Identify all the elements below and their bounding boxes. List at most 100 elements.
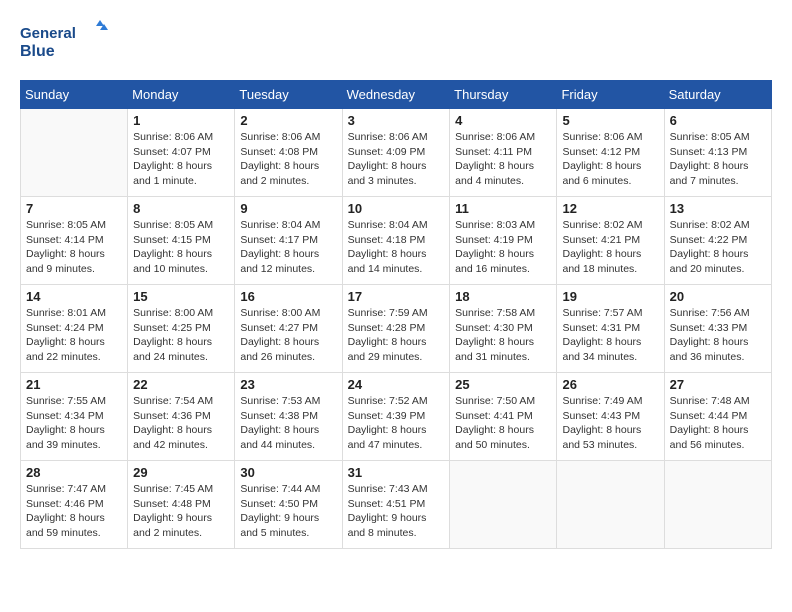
calendar-header-row: SundayMondayTuesdayWednesdayThursdayFrid… — [21, 81, 772, 109]
calendar-day-cell: 22 Sunrise: 7:54 AMSunset: 4:36 PMDayligh… — [128, 373, 235, 461]
day-number: 31 — [348, 465, 445, 480]
calendar-day-cell: 8 Sunrise: 8:05 AMSunset: 4:15 PMDaylight… — [128, 197, 235, 285]
day-info: Sunrise: 7:49 AMSunset: 4:43 PMDaylight:… — [562, 394, 658, 453]
day-info: Sunrise: 7:43 AMSunset: 4:51 PMDaylight:… — [348, 482, 445, 541]
svg-text:Blue: Blue — [20, 43, 55, 60]
day-number: 15 — [133, 289, 229, 304]
calendar-day-cell: 13 Sunrise: 8:02 AMSunset: 4:22 PMDayligh… — [664, 197, 771, 285]
day-of-week-header: Sunday — [21, 81, 128, 109]
calendar-day-cell — [664, 461, 771, 549]
day-info: Sunrise: 8:06 AMSunset: 4:09 PMDaylight:… — [348, 130, 445, 189]
calendar-week-row: 21 Sunrise: 7:55 AMSunset: 4:34 PMDayligh… — [21, 373, 772, 461]
day-of-week-header: Thursday — [450, 81, 557, 109]
day-info: Sunrise: 7:57 AMSunset: 4:31 PMDaylight:… — [562, 306, 658, 365]
day-number: 18 — [455, 289, 551, 304]
calendar-day-cell: 27Sunrise: 7:48 AMSunset: 4:44 PMDayligh… — [664, 373, 771, 461]
day-number: 1 — [133, 113, 229, 128]
calendar-day-cell: 18 Sunrise: 7:58 AMSunset: 4:30 PMDayligh… — [450, 285, 557, 373]
day-info: Sunrise: 8:04 AMSunset: 4:18 PMDaylight:… — [348, 218, 445, 277]
day-info: Sunrise: 7:55 AMSunset: 4:34 PMDaylight:… — [26, 394, 122, 453]
day-number: 28 — [26, 465, 122, 480]
calendar-day-cell: 10 Sunrise: 8:04 AMSunset: 4:18 PMDayligh… — [342, 197, 450, 285]
calendar-day-cell: 2 Sunrise: 8:06 AMSunset: 4:08 PMDaylight… — [235, 109, 342, 197]
day-info: Sunrise: 7:53 AMSunset: 4:38 PMDaylight:… — [240, 394, 336, 453]
calendar-day-cell: 30 Sunrise: 7:44 AMSunset: 4:50 PMDayligh… — [235, 461, 342, 549]
day-number: 21 — [26, 377, 122, 392]
day-number: 10 — [348, 201, 445, 216]
day-info: Sunrise: 8:00 AMSunset: 4:25 PMDaylight:… — [133, 306, 229, 365]
day-number: 24 — [348, 377, 445, 392]
calendar-day-cell: 3 Sunrise: 8:06 AMSunset: 4:09 PMDaylight… — [342, 109, 450, 197]
day-number: 13 — [670, 201, 766, 216]
day-number: 12 — [562, 201, 658, 216]
calendar-day-cell: 7 Sunrise: 8:05 AMSunset: 4:14 PMDaylight… — [21, 197, 128, 285]
day-number: 11 — [455, 201, 551, 216]
calendar-day-cell: 29 Sunrise: 7:45 AMSunset: 4:48 PMDayligh… — [128, 461, 235, 549]
day-info: Sunrise: 7:59 AMSunset: 4:28 PMDaylight:… — [348, 306, 445, 365]
day-number: 6 — [670, 113, 766, 128]
calendar-day-cell: 9Sunrise: 8:04 AMSunset: 4:17 PMDaylight… — [235, 197, 342, 285]
calendar-day-cell: 28 Sunrise: 7:47 AMSunset: 4:46 PMDayligh… — [21, 461, 128, 549]
day-of-week-header: Saturday — [664, 81, 771, 109]
calendar-day-cell: 1 Sunrise: 8:06 AMSunset: 4:07 PMDaylight… — [128, 109, 235, 197]
day-number: 5 — [562, 113, 658, 128]
calendar-day-cell: 5 Sunrise: 8:06 AMSunset: 4:12 PMDaylight… — [557, 109, 664, 197]
calendar-day-cell — [21, 109, 128, 197]
calendar-day-cell: 15 Sunrise: 8:00 AMSunset: 4:25 PMDayligh… — [128, 285, 235, 373]
calendar-day-cell: 31 Sunrise: 7:43 AMSunset: 4:51 PMDayligh… — [342, 461, 450, 549]
day-number: 9 — [240, 201, 336, 216]
day-info: Sunrise: 8:05 AMSunset: 4:14 PMDaylight:… — [26, 218, 122, 277]
day-number: 20 — [670, 289, 766, 304]
day-number: 4 — [455, 113, 551, 128]
day-number: 23 — [240, 377, 336, 392]
day-info: Sunrise: 7:44 AMSunset: 4:50 PMDaylight:… — [240, 482, 336, 541]
day-info: Sunrise: 7:56 AMSunset: 4:33 PMDaylight:… — [670, 306, 766, 365]
day-info: Sunrise: 8:06 AMSunset: 4:07 PMDaylight:… — [133, 130, 229, 189]
day-of-week-header: Monday — [128, 81, 235, 109]
calendar-day-cell: 25Sunrise: 7:50 AMSunset: 4:41 PMDayligh… — [450, 373, 557, 461]
logo-svg: General Blue — [20, 20, 110, 64]
day-number: 22 — [133, 377, 229, 392]
calendar-day-cell: 11 Sunrise: 8:03 AMSunset: 4:19 PMDayligh… — [450, 197, 557, 285]
day-info: Sunrise: 8:03 AMSunset: 4:19 PMDaylight:… — [455, 218, 551, 277]
day-number: 29 — [133, 465, 229, 480]
calendar-day-cell: 6 Sunrise: 8:05 AMSunset: 4:13 PMDaylight… — [664, 109, 771, 197]
day-number: 14 — [26, 289, 122, 304]
day-number: 16 — [240, 289, 336, 304]
calendar-day-cell: 26 Sunrise: 7:49 AMSunset: 4:43 PMDayligh… — [557, 373, 664, 461]
day-info: Sunrise: 7:47 AMSunset: 4:46 PMDaylight:… — [26, 482, 122, 541]
day-number: 7 — [26, 201, 122, 216]
day-info: Sunrise: 8:02 AMSunset: 4:21 PMDaylight:… — [562, 218, 658, 277]
calendar-day-cell: 21 Sunrise: 7:55 AMSunset: 4:34 PMDayligh… — [21, 373, 128, 461]
day-info: Sunrise: 8:06 AMSunset: 4:08 PMDaylight:… — [240, 130, 336, 189]
day-number: 8 — [133, 201, 229, 216]
day-info: Sunrise: 8:06 AMSunset: 4:11 PMDaylight:… — [455, 130, 551, 189]
day-info: Sunrise: 7:48 AMSunset: 4:44 PMDaylight:… — [670, 394, 766, 453]
calendar-day-cell: 20 Sunrise: 7:56 AMSunset: 4:33 PMDayligh… — [664, 285, 771, 373]
calendar-day-cell: 4 Sunrise: 8:06 AMSunset: 4:11 PMDaylight… — [450, 109, 557, 197]
day-info: Sunrise: 8:02 AMSunset: 4:22 PMDaylight:… — [670, 218, 766, 277]
day-info: Sunrise: 8:05 AMSunset: 4:13 PMDaylight:… — [670, 130, 766, 189]
calendar-day-cell: 14 Sunrise: 8:01 AMSunset: 4:24 PMDayligh… — [21, 285, 128, 373]
day-info: Sunrise: 7:58 AMSunset: 4:30 PMDaylight:… — [455, 306, 551, 365]
day-number: 26 — [562, 377, 658, 392]
calendar-day-cell: 16Sunrise: 8:00 AMSunset: 4:27 PMDayligh… — [235, 285, 342, 373]
day-info: Sunrise: 8:05 AMSunset: 4:15 PMDaylight:… — [133, 218, 229, 277]
day-info: Sunrise: 7:54 AMSunset: 4:36 PMDaylight:… — [133, 394, 229, 453]
calendar-day-cell — [450, 461, 557, 549]
calendar-week-row: 1 Sunrise: 8:06 AMSunset: 4:07 PMDaylight… — [21, 109, 772, 197]
calendar-week-row: 7 Sunrise: 8:05 AMSunset: 4:14 PMDaylight… — [21, 197, 772, 285]
calendar-week-row: 14 Sunrise: 8:01 AMSunset: 4:24 PMDayligh… — [21, 285, 772, 373]
day-number: 17 — [348, 289, 445, 304]
calendar-week-row: 28 Sunrise: 7:47 AMSunset: 4:46 PMDayligh… — [21, 461, 772, 549]
day-of-week-header: Friday — [557, 81, 664, 109]
calendar-day-cell: 19Sunrise: 7:57 AMSunset: 4:31 PMDayligh… — [557, 285, 664, 373]
day-info: Sunrise: 7:45 AMSunset: 4:48 PMDaylight:… — [133, 482, 229, 541]
day-number: 2 — [240, 113, 336, 128]
day-info: Sunrise: 8:06 AMSunset: 4:12 PMDaylight:… — [562, 130, 658, 189]
day-number: 30 — [240, 465, 336, 480]
calendar-day-cell: 24Sunrise: 7:52 AMSunset: 4:39 PMDayligh… — [342, 373, 450, 461]
day-number: 3 — [348, 113, 445, 128]
calendar-day-cell — [557, 461, 664, 549]
day-info: Sunrise: 8:01 AMSunset: 4:24 PMDaylight:… — [26, 306, 122, 365]
